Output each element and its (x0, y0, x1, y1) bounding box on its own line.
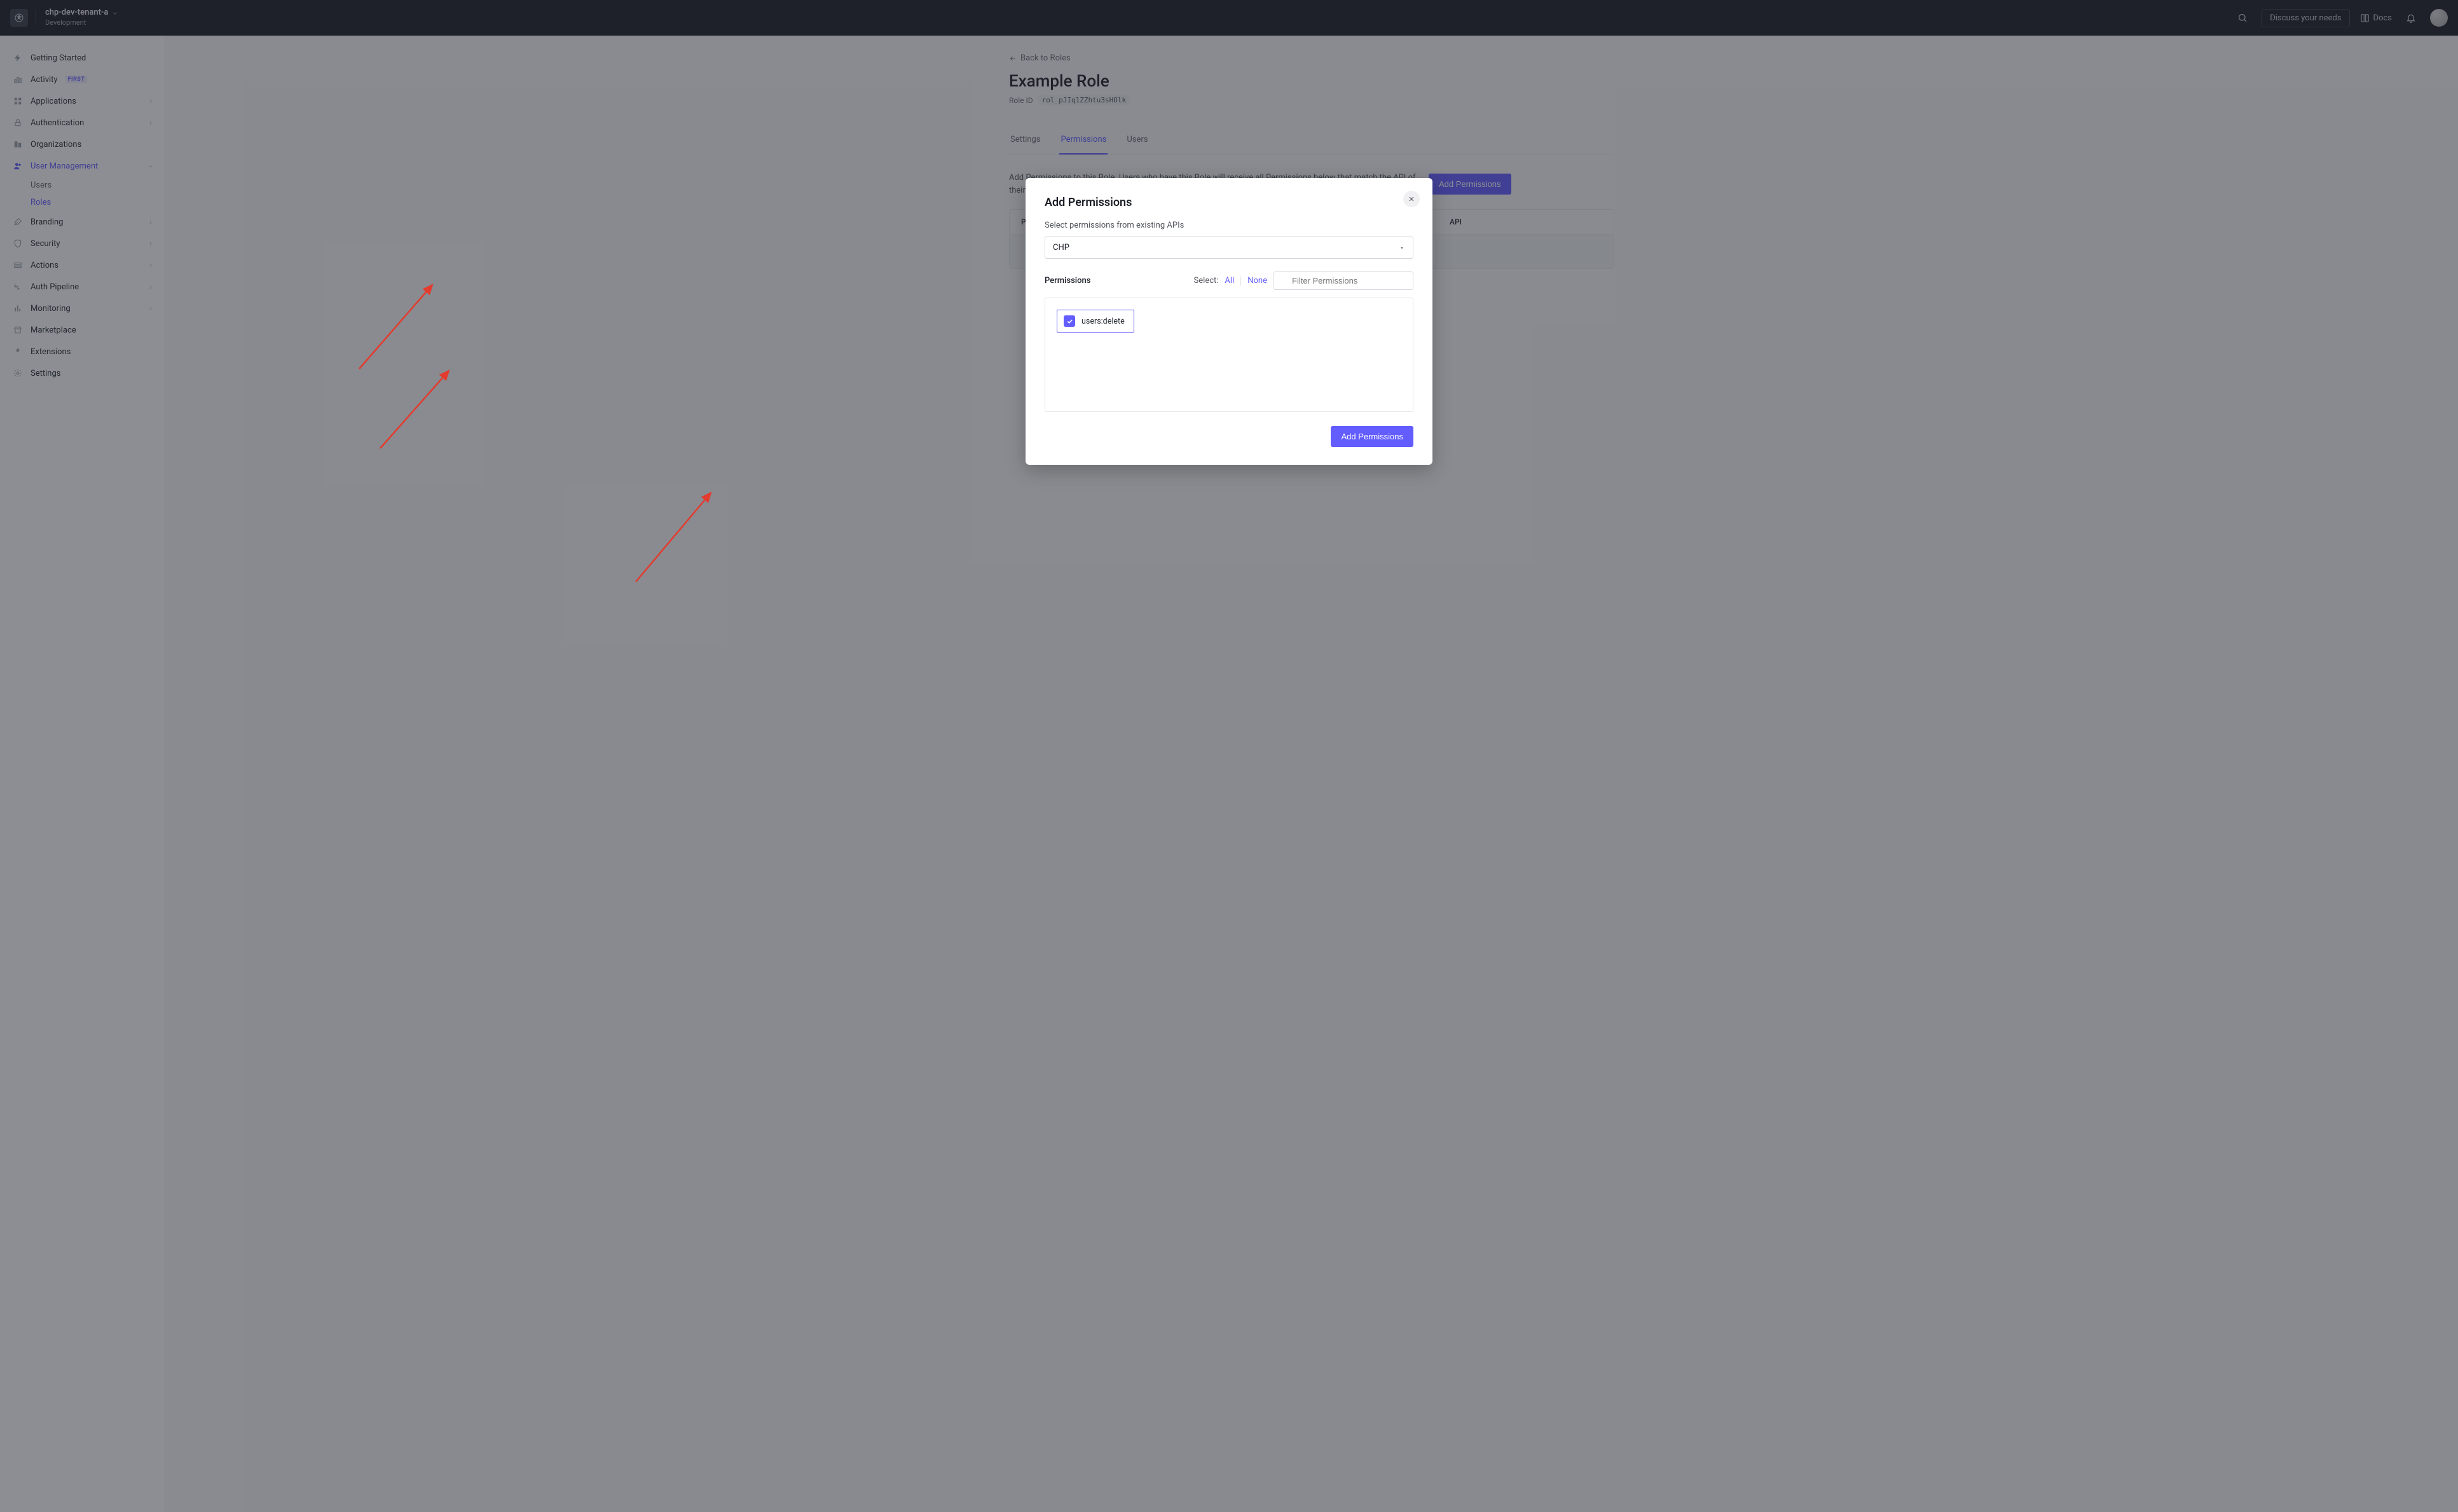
api-select-value: CHP (1053, 243, 1069, 252)
permission-item-users-delete[interactable]: users:delete (1057, 310, 1134, 333)
modal-add-permissions-button[interactable]: Add Permissions (1331, 426, 1413, 447)
divider (1240, 277, 1241, 285)
api-select-label: Select permissions from existing APIs (1045, 221, 1413, 230)
permissions-list: users:delete (1045, 298, 1413, 412)
filter-permissions-input[interactable] (1274, 271, 1413, 290)
select-prefix: Select: (1194, 276, 1219, 285)
modal-overlay[interactable]: Add Permissions Select permissions from … (0, 0, 2458, 1512)
api-select[interactable]: CHP (1045, 237, 1413, 259)
select-all-link[interactable]: All (1225, 276, 1234, 285)
modal-title: Add Permissions (1045, 196, 1413, 209)
close-icon[interactable] (1403, 191, 1420, 207)
checkbox-checked-icon[interactable] (1064, 315, 1075, 327)
permissions-label: Permissions (1045, 276, 1090, 285)
permission-name: users:delete (1081, 317, 1125, 326)
select-none-link[interactable]: None (1247, 276, 1267, 285)
add-permissions-modal: Add Permissions Select permissions from … (1026, 178, 1432, 465)
caret-down-icon (1399, 245, 1405, 251)
